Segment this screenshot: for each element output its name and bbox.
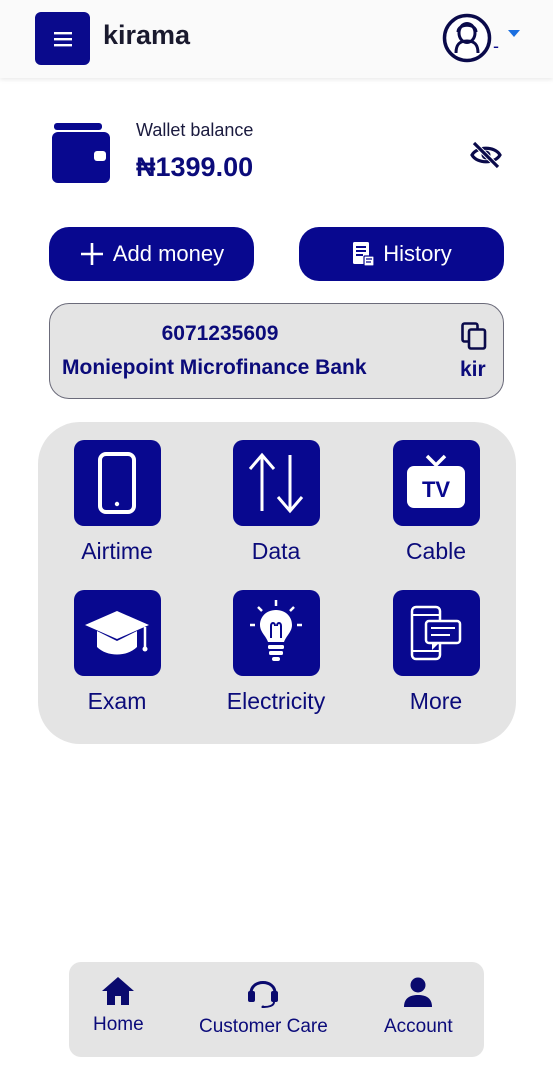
account-number: 6071235609 [161, 322, 279, 345]
profile-menu[interactable]: - [442, 13, 499, 63]
nav-account[interactable]: Account [384, 976, 453, 1038]
service-label: Exam [87, 688, 147, 714]
hamburger-icon [53, 31, 72, 46]
phone-icon [98, 452, 136, 514]
service-label: Airtime [81, 538, 153, 564]
nav-home-label: Home [93, 1014, 144, 1035]
service-electricity[interactable]: Electricity [206, 590, 346, 715]
wallet-icon [52, 123, 110, 183]
services-grid: Airtime Data TV Cable Exam Electricity M… [38, 422, 516, 744]
add-money-label: Add money [112, 241, 225, 266]
service-more[interactable]: More [366, 590, 506, 715]
wallet-balance-amount: ₦1399.00 [136, 152, 254, 182]
bank-name: Moniepoint Microfinance Bank [62, 356, 367, 379]
history-button[interactable]: History [299, 227, 504, 281]
menu-button[interactable] [35, 12, 90, 65]
receipt-icon [353, 242, 375, 267]
brand-title: kirama [103, 20, 191, 50]
eye-off-icon[interactable] [469, 140, 503, 170]
caret-down-icon[interactable] [508, 30, 520, 37]
history-label: History [383, 241, 452, 266]
user-avatar-icon [442, 13, 492, 63]
tv-icon: TV [407, 454, 465, 508]
service-data[interactable]: Data [206, 440, 346, 565]
account-name: kir [460, 358, 486, 381]
chat-phone-icon [410, 605, 462, 661]
nav-home[interactable]: Home [93, 976, 144, 1036]
add-money-button[interactable]: Add money [49, 227, 254, 281]
service-label: Electricity [226, 688, 326, 714]
data-transfer-icon [248, 452, 304, 514]
svg-text:TV: TV [422, 477, 450, 502]
wallet-balance-label: Wallet balance [136, 120, 254, 140]
avatar-suffix: - [493, 36, 499, 56]
home-icon [102, 977, 135, 1005]
bottom-navigation: Home Customer Care Account [69, 962, 484, 1057]
headset-icon [248, 981, 279, 1008]
nav-customer-care-label: Customer Care [199, 1016, 328, 1037]
plus-icon [80, 243, 103, 265]
lightbulb-icon [250, 600, 302, 661]
top-app-bar: kirama - [0, 0, 553, 78]
service-cable[interactable]: TV Cable [366, 440, 506, 565]
service-exam[interactable]: Exam [47, 590, 187, 715]
service-label: More [409, 688, 463, 714]
service-label: Cable [405, 538, 467, 564]
service-airtime[interactable]: Airtime [47, 440, 187, 565]
graduation-cap-icon [85, 611, 149, 655]
user-icon [404, 977, 433, 1007]
nav-account-label: Account [384, 1016, 453, 1037]
nav-customer-care[interactable]: Customer Care [199, 976, 328, 1038]
account-details-card: 6071235609 Moniepoint Microfinance Bank … [49, 303, 504, 399]
service-label: Data [251, 538, 301, 564]
copy-icon[interactable] [461, 322, 487, 350]
